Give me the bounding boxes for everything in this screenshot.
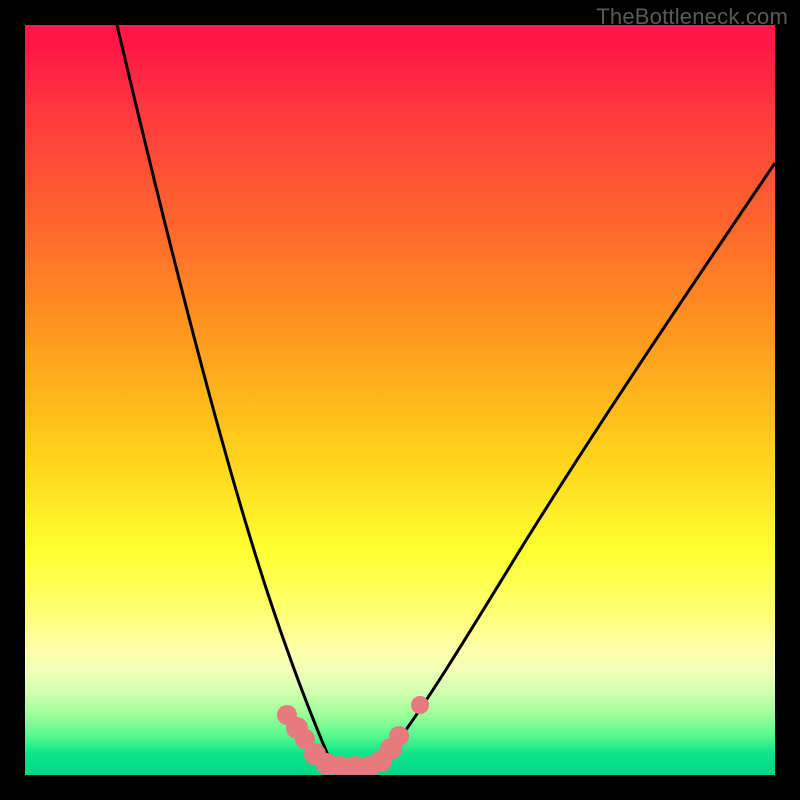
left-curve — [117, 25, 355, 773]
watermark-text: TheBottleneck.com — [596, 4, 788, 30]
marker-group — [277, 696, 429, 775]
plot-area — [25, 25, 775, 775]
chart-svg — [25, 25, 775, 775]
marker-right-4 — [411, 696, 429, 714]
chart-frame: TheBottleneck.com — [0, 0, 800, 800]
marker-right-3 — [389, 726, 409, 746]
right-curve — [355, 163, 775, 773]
